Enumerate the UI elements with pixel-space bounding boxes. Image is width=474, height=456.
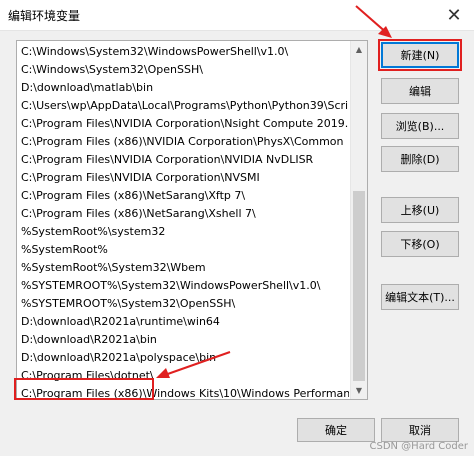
list-item[interactable]: C:\Program Files\NVIDIA Corporation\NVSM… <box>17 169 349 187</box>
edit-button[interactable]: 编辑 <box>381 78 459 104</box>
list-item[interactable]: %SYSTEMROOT%\System32\WindowsPowerShell\… <box>17 277 349 295</box>
ok-button[interactable]: 确定 <box>297 418 375 442</box>
list-item[interactable]: C:\Program Files\NVIDIA Corporation\Nsig… <box>17 115 349 133</box>
window-title: 编辑环境变量 <box>8 9 81 23</box>
list-item[interactable]: C:\Program Files (x86)\NetSarang\Xshell … <box>17 205 349 223</box>
move-up-button[interactable]: 上移(U) <box>381 197 459 223</box>
list-item[interactable]: C:\Program Files (x86)\NVIDIA Corporatio… <box>17 133 349 151</box>
list-item[interactable]: %SystemRoot%\system32 <box>17 223 349 241</box>
list-item[interactable]: %SystemRoot%\System32\Wbem <box>17 259 349 277</box>
list-item[interactable]: %SYSTEMROOT%\System32\OpenSSH\ <box>17 295 349 313</box>
delete-button[interactable]: 删除(D) <box>381 146 459 172</box>
cancel-button[interactable]: 取消 <box>381 418 459 442</box>
list-item[interactable]: C:\Windows\System32\OpenSSH\ <box>17 61 349 79</box>
title-bar: 编辑环境变量 ✕ <box>0 0 474 31</box>
list-item[interactable]: D:\download\R2021a\polyspace\bin <box>17 349 349 367</box>
watermark: CSDN @Hard Coder <box>369 441 468 452</box>
list-item[interactable]: C:\Program Files\NVIDIA Corporation\NVID… <box>17 151 349 169</box>
list-item[interactable]: D:\download\R2021a\runtime\win64 <box>17 313 349 331</box>
move-down-button[interactable]: 下移(O) <box>381 231 459 257</box>
browse-button[interactable]: 浏览(B)... <box>381 113 459 139</box>
new-button[interactable]: 新建(N) <box>378 39 462 71</box>
list-item[interactable]: C:\Users\wp\AppData\Local\Programs\Pytho… <box>17 97 349 115</box>
scroll-down-icon[interactable]: ▼ <box>351 382 367 399</box>
edit-text-button[interactable]: 编辑文本(T)... <box>381 284 459 310</box>
scroll-up-icon[interactable]: ▲ <box>351 41 367 58</box>
list-item[interactable]: %SystemRoot% <box>17 241 349 259</box>
scroll-thumb[interactable] <box>353 191 365 381</box>
annotation-highlight-box <box>14 378 154 400</box>
path-list[interactable]: ▲ ▼ C:\Windows\System32\WindowsPowerShel… <box>16 40 368 400</box>
list-item[interactable]: D:\download\R2021a\bin <box>17 331 349 349</box>
vertical-scrollbar[interactable]: ▲ ▼ <box>350 41 367 399</box>
close-icon[interactable]: ✕ <box>440 3 468 27</box>
list-item[interactable]: D:\download\matlab\bin <box>17 79 349 97</box>
list-item[interactable]: C:\Program Files (x86)\NetSarang\Xftp 7\ <box>17 187 349 205</box>
list-item[interactable]: C:\Windows\System32\WindowsPowerShell\v1… <box>17 43 349 61</box>
